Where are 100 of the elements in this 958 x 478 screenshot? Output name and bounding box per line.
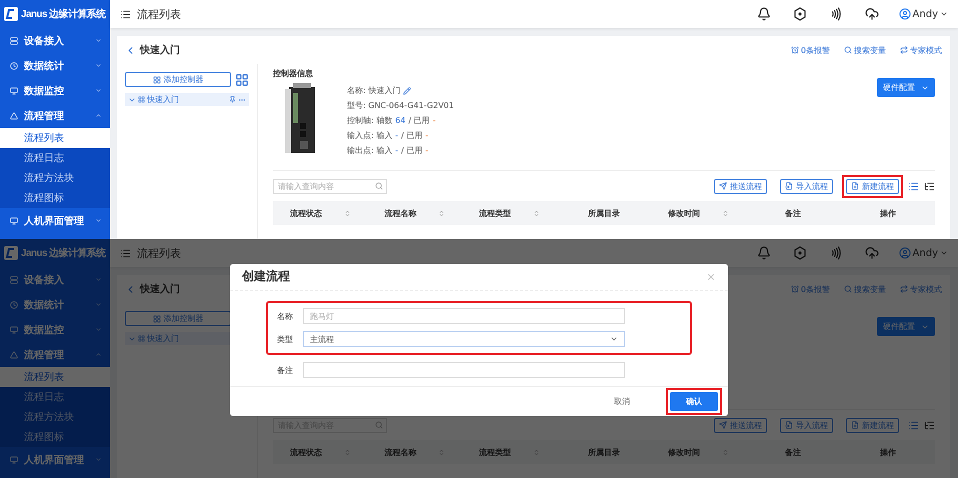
section-title: 控制器信息 [273,68,314,79]
column-header[interactable]: 流程类型 [478,446,540,458]
search-icon [844,285,852,293]
chevron-icon [95,217,102,224]
sort-icon[interactable] [722,210,730,216]
alarm-icon [790,46,799,54]
input-field[interactable] [303,362,625,378]
input-field[interactable]: 跑马灯 [303,308,625,324]
column-header[interactable]: 所属目录 [588,446,620,458]
submenu-item[interactable]: 流程图标 [0,427,110,447]
header-link[interactable]: 0条报警 [790,284,830,294]
user-menu[interactable]: Andy [898,8,948,20]
add-controller-button[interactable]: 添加控制器 [125,311,231,326]
column-header[interactable]: 备注 [785,446,802,458]
column-header[interactable]: 流程名称 [384,208,446,218]
menu-item[interactable]: 数据监控 [0,78,110,103]
submenu-item[interactable]: 流程方法块 [0,407,110,427]
list-view-icon[interactable] [908,180,919,192]
column-header[interactable]: 流程状态 [290,208,351,218]
sort-icon[interactable] [438,210,446,216]
dialog-title: 创建流程 [242,268,291,286]
field-label: 名称 [276,310,293,322]
column-header[interactable]: 操作 [880,208,896,218]
chevron-icon [95,62,102,69]
pin-icon[interactable] [229,96,236,103]
menu-item[interactable]: 数据统计 [0,292,110,317]
grid-icon[interactable] [235,72,249,86]
menu-item[interactable]: 设备接入 [0,267,110,292]
header-link[interactable]: 搜索变量 [844,284,886,294]
search-icon [375,420,383,428]
submenu-item[interactable]: 流程列表 [0,367,110,387]
chevron-icon [95,112,102,119]
app-name: Janus 边缘计算系统 [21,8,106,21]
column-header[interactable]: 备注 [785,208,802,218]
chevron-icon [95,87,102,94]
toolbar-button[interactable]: 推送流程 [714,178,767,194]
menu-item[interactable]: 流程管理 [0,103,110,128]
info-line: 名称: 快速入门 [347,85,400,97]
sort-icon[interactable] [344,210,351,216]
add-controller-button[interactable]: 添加控制器 [125,72,231,87]
field-label: 类型 [276,334,293,345]
send-icon [719,421,727,429]
toolbar-button[interactable]: 新建流程 [846,178,899,194]
toolbar-button[interactable]: 导入流程 [780,418,833,432]
grid-icon [138,96,145,103]
alarm-icon [790,285,799,293]
column-header[interactable]: 所属目录 [588,208,620,218]
menu-item[interactable]: 数据统计 [0,53,110,78]
menu-item[interactable]: 流程管理 [0,342,110,367]
toolbar-button[interactable]: 新建流程 [846,418,899,432]
header-link[interactable]: 搜索变量 [844,44,886,56]
toolbar-button[interactable]: 导入流程 [780,178,833,194]
submenu-item[interactable]: 流程图标 [0,188,110,208]
submenu-item[interactable]: 流程方法块 [0,168,110,188]
cancel-button[interactable]: 取消 [598,392,646,411]
search-icon [844,46,852,54]
column-header[interactable]: 流程名称 [384,446,446,458]
menu-item[interactable]: 人机界面管理 [0,208,110,233]
submenu-item[interactable]: 流程日志 [0,387,110,407]
column-header[interactable]: 流程类型 [478,208,540,218]
confirm-button[interactable]: 确认 [670,392,718,411]
chevron-icon [95,37,102,44]
tree-view-icon[interactable] [924,180,935,192]
menu-item[interactable]: 数据监控 [0,317,110,342]
type-select[interactable]: 主流程 [303,331,625,348]
sort-icon[interactable] [532,210,540,216]
swap-icon [900,285,908,293]
edit-icon[interactable] [403,86,412,94]
search-field[interactable]: 请输入查询内容 [273,178,387,194]
header-link[interactable]: 0条报警 [790,44,830,56]
menu-item[interactable]: 人机界面管理 [0,447,110,472]
column-header[interactable]: 修改时间 [668,208,730,218]
chevron-icon [940,249,948,257]
hardware-config-button[interactable]: 硬件配置 [877,78,935,97]
column-header[interactable]: 流程状态 [290,446,351,458]
submenu-item[interactable]: 流程日志 [0,148,110,168]
grid-icon [152,314,160,322]
column-header[interactable]: 修改时间 [668,446,730,458]
submenu-item[interactable]: 流程列表 [0,128,110,148]
toolbar-button[interactable]: 推送流程 [714,418,767,432]
list-view-icon[interactable] [908,420,919,430]
file-import-icon [785,182,793,190]
hardware-config-button[interactable]: 硬件配置 [877,317,935,336]
controller-device-drawing [283,83,317,155]
chevron-icon [95,326,102,333]
user-menu[interactable]: Andy [898,247,948,259]
menu-item[interactable]: 设备接入 [0,28,110,53]
tree-item[interactable]: 快速入门 [125,93,249,106]
send-icon [719,182,727,190]
column-header[interactable]: 操作 [880,446,896,458]
card-title: 快速入门 [140,282,181,296]
close-icon[interactable] [706,272,716,282]
card-title: 快速入门 [140,43,181,57]
file-add-icon [851,421,859,429]
info-line: 输出点: 输入 - / 已用 - [347,145,430,157]
header-link[interactable]: 专家模式 [900,44,942,56]
swap-icon [900,46,908,54]
grid-icon [138,335,145,342]
chevron-icon [940,10,948,18]
header-link[interactable]: 专家模式 [900,284,942,294]
